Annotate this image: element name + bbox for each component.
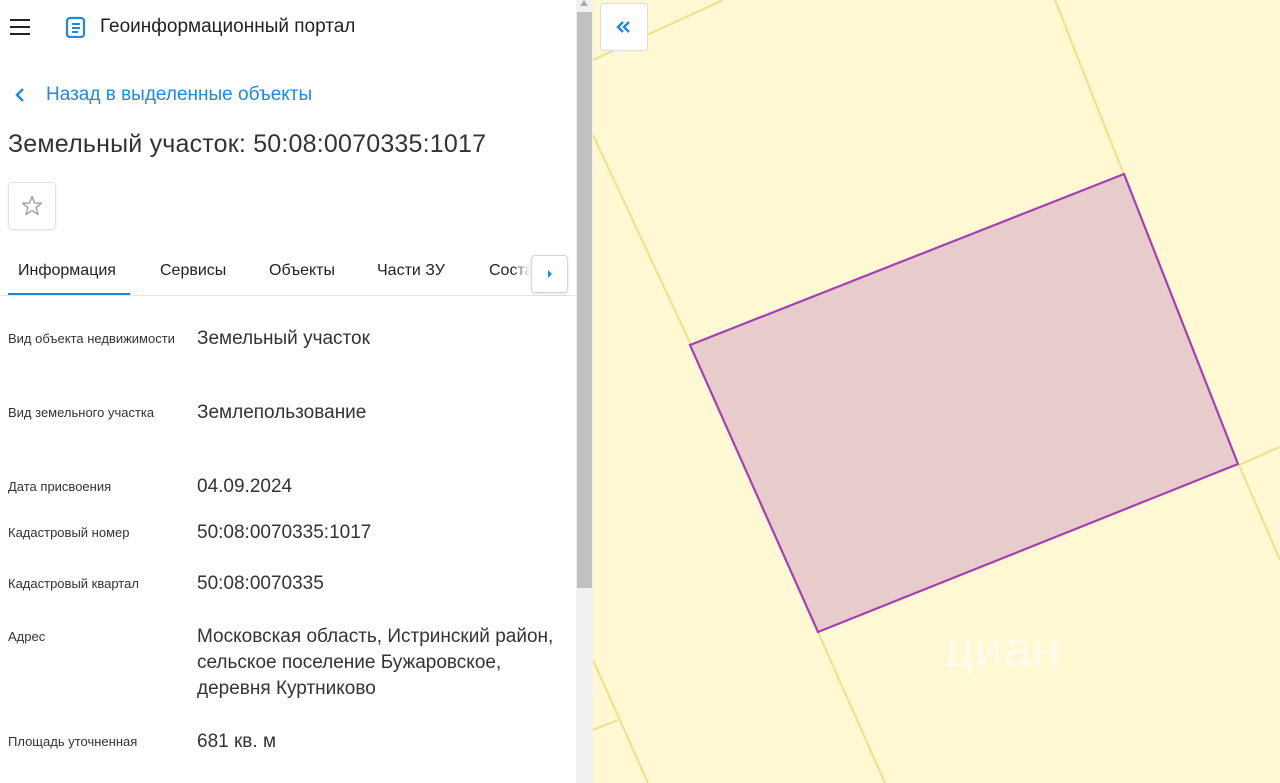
tab-bar: Информация Сервисы Объекты Части ЗУ Сост… [0, 248, 576, 296]
property-value: Земельный участок [197, 328, 370, 349]
land-parcel-polygon[interactable] [688, 172, 1240, 634]
back-link-label: Назад в выделенные объекты [46, 84, 313, 105]
tab-objects[interactable]: Объекты [269, 262, 335, 280]
portal-logo-icon [65, 16, 86, 38]
property-value: Московская область, Истринский район, се… [197, 626, 554, 699]
favorite-button[interactable] [8, 182, 56, 230]
property-value: 50:08:0070335:1017 [197, 522, 372, 543]
tabs-scroll-right-button[interactable] [531, 255, 568, 293]
property-label: Адрес [8, 629, 46, 644]
object-title: Земельный участок: 50:08:0070335:1017 [8, 130, 487, 158]
hamburger-menu-icon[interactable] [10, 19, 30, 35]
property-value: 681 кв. м [197, 731, 277, 752]
property-label: Дата присвоения [8, 479, 112, 494]
double-chevron-left-icon [616, 21, 630, 33]
property-label: Вид земельного участка [8, 405, 155, 420]
property-label: Кадастровый номер [8, 525, 130, 540]
tab-land-parts[interactable]: Части ЗУ [377, 262, 445, 280]
panel-scrollbar[interactable] [576, 0, 593, 783]
tab-services[interactable]: Сервисы [160, 262, 226, 280]
property-label: Кадастровый квартал [8, 576, 139, 591]
star-outline-icon [21, 195, 43, 216]
cian-watermark: циан [945, 621, 1061, 677]
caret-right-icon [547, 270, 552, 278]
property-value: 50:08:0070335 [197, 573, 324, 594]
property-value: 04.09.2024 [197, 476, 293, 497]
property-label: Вид объекта недвижимости [8, 331, 175, 346]
back-to-selected-link[interactable]: Назад в выделенные объекты [14, 84, 312, 106]
property-value: Землепользование [197, 402, 367, 423]
scroll-up-arrow-icon[interactable] [580, 0, 588, 6]
top-bar: Геоинформационный портал [0, 0, 576, 56]
active-tab-indicator [8, 293, 130, 295]
map-view[interactable] [593, 0, 1280, 783]
app-title: Геоинформационный портал [100, 16, 356, 37]
collapse-panel-button[interactable] [600, 3, 648, 51]
info-panel: Геоинформационный портал Назад в выделен… [0, 0, 576, 783]
chevron-left-icon [15, 88, 24, 102]
scrollbar-thumb[interactable] [577, 12, 592, 588]
property-label: Площадь уточненная [8, 734, 138, 749]
tab-information[interactable]: Информация [18, 262, 116, 280]
map-canvas [593, 0, 1280, 783]
